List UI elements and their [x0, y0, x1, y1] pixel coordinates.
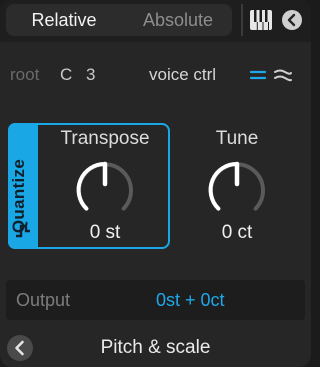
tab-relative[interactable]: Relative	[9, 4, 119, 36]
tune-value[interactable]: 0 ct	[176, 222, 298, 244]
chevron-left-circle-icon[interactable]	[281, 9, 303, 31]
output-row: Output 0st + 0ct	[6, 280, 305, 320]
tune-title: Tune	[215, 128, 259, 149]
voice-ctrl-label: voice ctrl	[149, 65, 217, 84]
device-title: Pitch & scale	[100, 337, 211, 358]
pitch-scale-panel: Relative Absolute root C 3 voice ctrl Qu	[0, 0, 311, 367]
footer: Pitch & scale	[0, 329, 311, 367]
step-icon	[16, 224, 30, 238]
parallel-lines-icon[interactable]	[250, 68, 266, 82]
root-octave-value[interactable]: 3	[86, 62, 95, 88]
root-label: root	[10, 65, 40, 84]
mode-segmented-control: Relative Absolute	[6, 4, 232, 36]
root-note-value[interactable]: C	[60, 62, 72, 88]
output-value: 0st + 0ct	[156, 290, 225, 310]
top-bar: Relative Absolute	[0, 0, 311, 42]
transpose-knob[interactable]	[73, 158, 137, 222]
tab-absolute[interactable]: Absolute	[124, 4, 232, 36]
chevron-left-circle-icon[interactable]	[6, 334, 34, 362]
divider	[241, 4, 243, 36]
tune-knob[interactable]	[205, 158, 269, 222]
output-label: Output	[16, 290, 71, 310]
transpose-value[interactable]: 0 st	[44, 222, 166, 244]
wavy-lines-icon[interactable]	[274, 67, 292, 83]
piano-keyboard-icon[interactable]	[249, 8, 273, 32]
transpose-title: Transpose	[60, 128, 150, 149]
